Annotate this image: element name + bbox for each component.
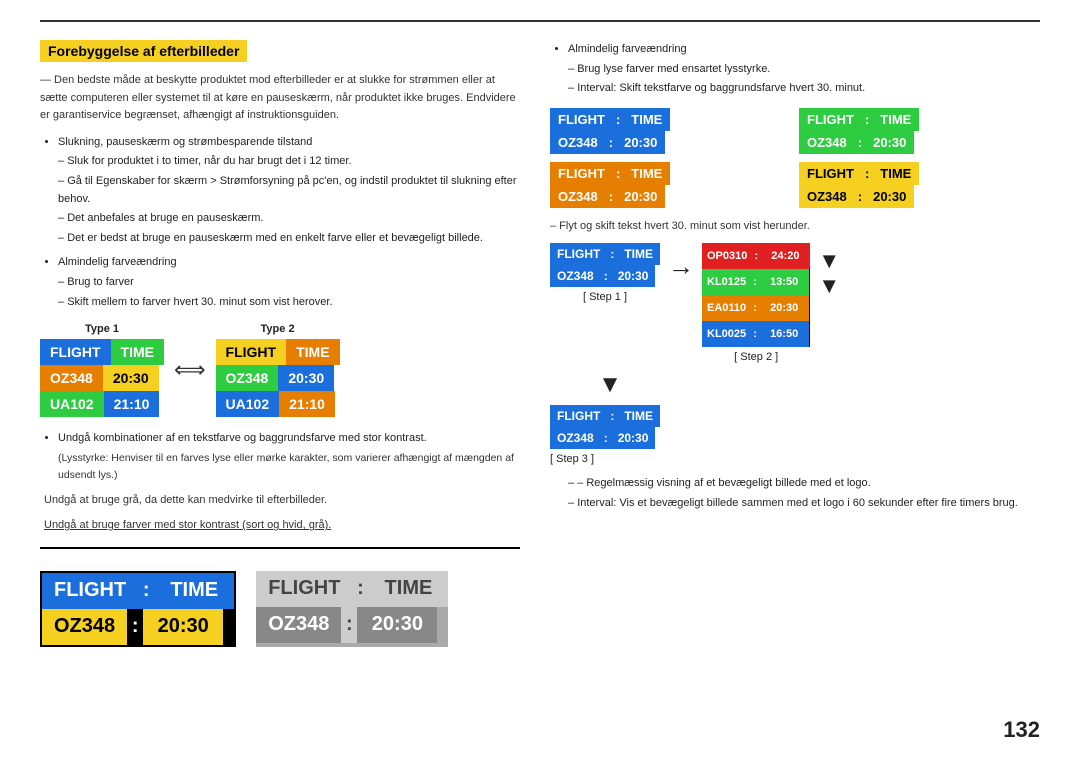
color-board-orange: FLIGHT : TIME OZ348 : 20:30: [550, 162, 791, 208]
step3-wrap: FLIGHT : TIME OZ348 : 20:30 [ Step 3 ]: [550, 405, 1040, 465]
step2-panel: OP0310 : 24:20 KL0125 : 13:50 EA0110 : 2…: [702, 243, 810, 363]
bb2-r2-c1: OZ348: [256, 607, 341, 643]
bottom-board-2: FLIGHT : TIME OZ348 : 20:30: [256, 571, 448, 647]
t1-r3-c1: UA102: [40, 391, 104, 417]
section-title: Forebyggelse af efterbilleder: [40, 40, 247, 62]
type2-label: Type 2: [216, 323, 340, 335]
bullet-list-2: Almindelig farveændring: [58, 253, 520, 272]
step1-panel: FLIGHT : TIME OZ348 : 20:30 [ Step 1 ]: [550, 243, 660, 303]
right-dash-list-3: – Regelmæssig visning af et bevægeligt b…: [568, 475, 1040, 512]
t2-r1-c1: FLIGHT: [216, 339, 287, 365]
dash-3b: Undgå at bruge farver med stor kontrast …: [44, 517, 520, 535]
right-dash-3: – Regelmæssig visning af et bevægeligt b…: [568, 475, 1040, 493]
right-dash-2-text: – Flyt og skift tekst hvert 30. minut so…: [550, 220, 810, 232]
double-down-arrows: ▼ ▼: [818, 243, 840, 297]
step1-board: FLIGHT : TIME OZ348 : 20:30: [550, 243, 660, 287]
intro-text: — Den bedste måde at beskytte produktet …: [40, 72, 520, 125]
dash-item-1d: Det er bedst at bruge en pauseskærm med …: [58, 230, 520, 248]
bb1-r2-c2: 20:30: [143, 609, 223, 645]
bb1-r2-c1: OZ348: [42, 609, 127, 645]
dash-3b-text: Undgå at bruge farver med stor kontrast …: [44, 519, 331, 531]
bb2-r2-c2: 20:30: [357, 607, 437, 643]
bb1-r1-colon: :: [138, 573, 154, 609]
color-board-yellow: FLIGHT : TIME OZ348 : 20:30: [799, 162, 1040, 208]
t2-r3-c2: 21:10: [279, 391, 335, 417]
bb2-r2-colon: :: [341, 607, 357, 643]
bb1-r2-colon: :: [127, 609, 143, 645]
step3-board: FLIGHT : TIME OZ348 : 20:30: [550, 405, 660, 449]
down-arrow-icon: ▼: [598, 371, 622, 399]
swap-arrow: ⟺: [174, 357, 206, 383]
type1-label: Type 1: [40, 323, 164, 335]
down-arrow-2: ▼: [818, 274, 840, 298]
t1-r1-c1: FLIGHT: [40, 339, 111, 365]
dash-item-1a: Sluk for produktet i to timer, når du ha…: [58, 153, 520, 171]
bb2-r1-colon: :: [352, 571, 368, 607]
steps-container: FLIGHT : TIME OZ348 : 20:30 [ Step 1 ] →: [550, 243, 1040, 363]
dash-item-1c: Det anbefales at bruge en pauseskærm.: [58, 210, 520, 228]
dash-3a: Undgå at bruge grå, da dette kan medvirk…: [44, 492, 520, 510]
t1-r2-c1: OZ348: [40, 365, 103, 391]
bottom-boards-row: FLIGHT : TIME OZ348 : 20:30 FLIGHT :: [40, 571, 520, 647]
bb2-r1-c2: TIME: [368, 571, 448, 607]
type2-board: FLIGHT TIME OZ348 20:30 UA102 21:10: [216, 339, 340, 417]
bullet-list-3: Undgå kombinationer af en tekstfarve og …: [58, 429, 520, 448]
dash-item-2a: Brug to farver: [58, 274, 520, 292]
dash-item-2b: Skift mellem to farver hvert 30. minut s…: [58, 294, 520, 312]
down-arrow-step3: ▼: [550, 371, 670, 399]
right-column: Almindelig farveændring Brug lyse farver…: [550, 40, 1040, 647]
color-board-green: FLIGHT : TIME OZ348 : 20:30: [799, 108, 1040, 154]
bullet3-sub: (Lysstyrke: Henviser til en farves lyse …: [58, 450, 520, 484]
step3-label: [ Step 3 ]: [550, 453, 594, 465]
main-content: Forebyggelse af efterbilleder — Den beds…: [40, 40, 1040, 647]
dash-3a-text: Undgå at bruge grå, da dette kan medvirk…: [44, 494, 327, 506]
t1-r2-c2: 20:30: [103, 365, 159, 391]
bottom-board-1: FLIGHT : TIME OZ348 : 20:30: [40, 571, 236, 647]
bb1-r1-c1: FLIGHT: [42, 573, 138, 609]
left-column: Forebyggelse af efterbilleder — Den beds…: [40, 40, 520, 647]
right-dash-2: – Flyt og skift tekst hvert 30. minut so…: [550, 218, 1040, 236]
right-arrow-icon: →: [668, 251, 694, 282]
t2-r2-c2: 20:30: [278, 365, 334, 391]
bb1-r1-c2: TIME: [154, 573, 234, 609]
main-bullet-list: Slukning, pauseskærm og strømbesparende …: [58, 133, 520, 152]
right-bullet-1: Almindelig farveændring: [568, 40, 1040, 59]
right-dash-1b: Interval: Skift tekstfarve og baggrundsf…: [568, 80, 1040, 98]
dash-item-1b: Gå til Egenskaber for skærm > Strømforsy…: [58, 173, 520, 208]
dash-list-1: Sluk for produktet i to timer, når du ha…: [58, 153, 520, 247]
top-divider: [40, 20, 1040, 22]
t2-r3-c1: UA102: [216, 391, 280, 417]
step1-label: [ Step 1 ]: [583, 291, 627, 303]
bullet-item-3: Undgå kombinationer af en tekstfarve og …: [58, 429, 520, 448]
down-arrow-1: ▼: [818, 249, 840, 273]
page-number: 132: [1003, 717, 1040, 743]
t2-r2-c1: OZ348: [216, 365, 279, 391]
bottom-boards-section: FLIGHT : TIME OZ348 : 20:30 FLIGHT :: [40, 547, 520, 647]
step-arrow-group: →: [668, 243, 694, 282]
type2-container: Type 2 FLIGHT TIME OZ348 20:30 UA102 21:…: [216, 323, 340, 417]
t1-r3-c2: 21:10: [104, 391, 160, 417]
bb2-r1-c1: FLIGHT: [256, 571, 352, 607]
right-dash-3b: Interval: Vis et bevægeligt billede samm…: [568, 495, 1040, 513]
t1-r1-c2: TIME: [111, 339, 164, 365]
color-boards-grid: FLIGHT : TIME OZ348 : 20:30 FLIGHT : TIM…: [550, 108, 1040, 208]
right-dash-list-1: Brug lyse farver med ensartet lysstyrke.…: [568, 61, 1040, 98]
color-board-blue: FLIGHT : TIME OZ348 : 20:30: [550, 108, 791, 154]
right-bullet-list: Almindelig farveændring: [568, 40, 1040, 59]
t2-r1-c2: TIME: [286, 339, 339, 365]
bullet-item-2: Almindelig farveændring: [58, 253, 520, 272]
step2-label: [ Step 2 ]: [734, 351, 778, 363]
bullet-item-1: Slukning, pauseskærm og strømbesparende …: [58, 133, 520, 152]
type1-board: FLIGHT TIME OZ348 20:30 UA102 21:10: [40, 339, 164, 417]
dash-list-2: Brug to farver Skift mellem to farver hv…: [58, 274, 520, 311]
step2-board: OP0310 : 24:20 KL0125 : 13:50 EA0110 : 2…: [702, 243, 810, 347]
type-boards-row: Type 1 FLIGHT TIME OZ348 20:30 UA102 21:…: [40, 323, 520, 417]
right-dash-1a: Brug lyse farver med ensartet lysstyrke.: [568, 61, 1040, 79]
type1-container: Type 1 FLIGHT TIME OZ348 20:30 UA102 21:…: [40, 323, 164, 417]
